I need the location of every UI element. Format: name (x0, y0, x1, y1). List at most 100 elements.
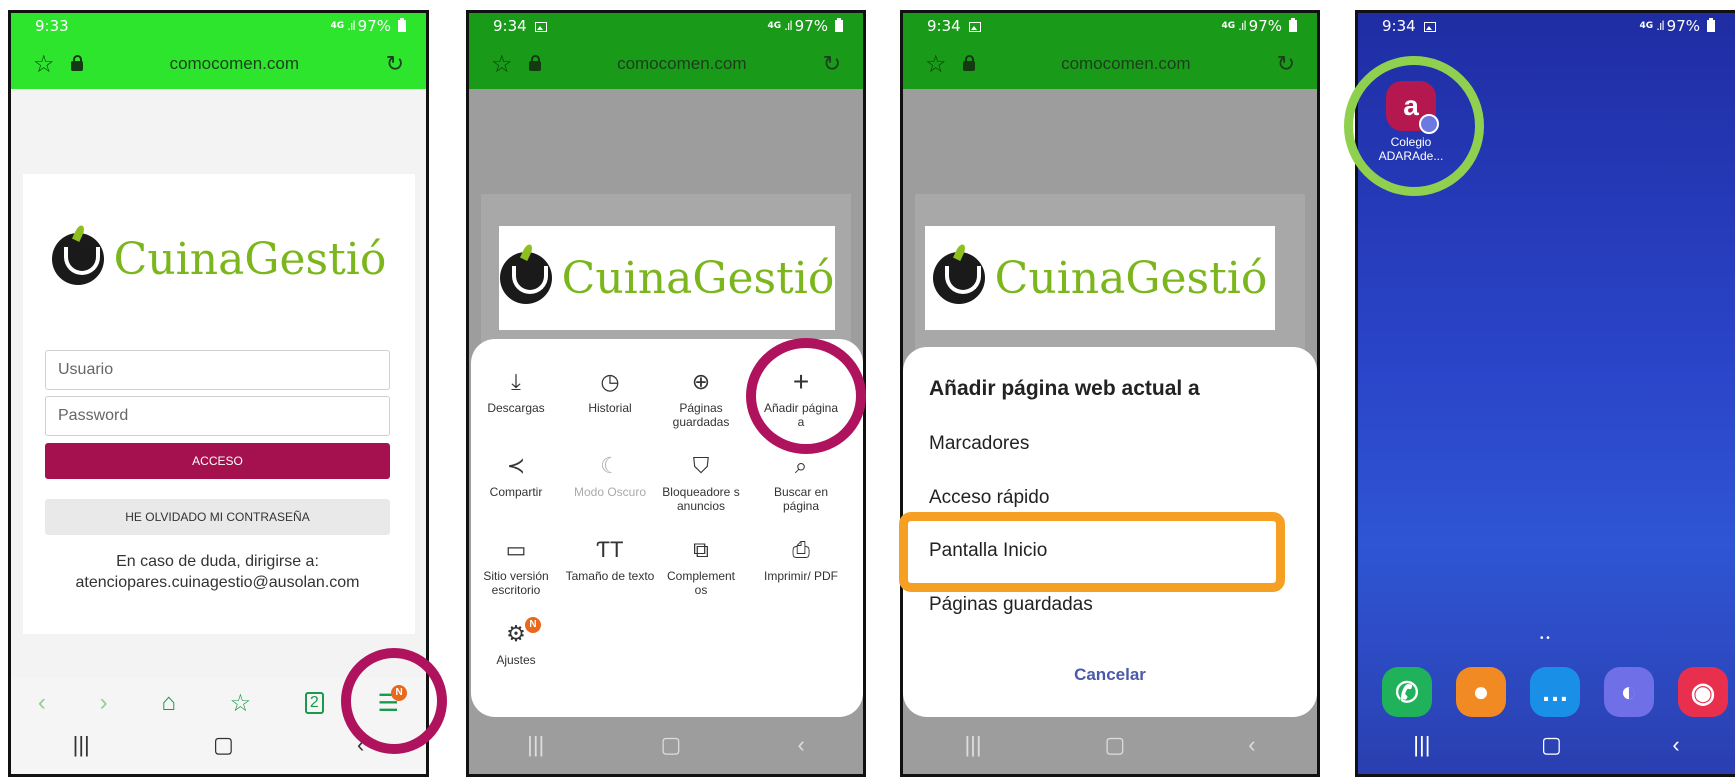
forward-arrow-icon[interactable]: › (100, 689, 108, 717)
network-indicator: 4G (1639, 20, 1654, 31)
contact-info: En caso de duda, dirigirse a: atenciopar… (25, 551, 410, 593)
logo-pot-icon (51, 233, 104, 285)
lock-icon (529, 55, 541, 71)
plus-icon: + (792, 366, 810, 397)
reload-icon[interactable]: ↻ (386, 51, 404, 77)
menu-item-saved-pages[interactable]: ⊕ Páginas guardadas (659, 367, 743, 429)
gallery-icon (1423, 21, 1436, 32)
contacts-app-icon[interactable]: ● (1456, 667, 1506, 717)
contact-email[interactable]: atenciopares.cuinagestio@ausolan.com (25, 572, 410, 593)
menu-item-desktop-site[interactable]: ▭ Sitio versión escritorio (471, 535, 561, 597)
back-icon[interactable]: ‹ (798, 732, 805, 758)
status-bar: 9:34 4G .ıl 97% (469, 13, 863, 39)
recent-apps-icon[interactable]: ||| (1413, 732, 1430, 758)
gear-icon: ⚙ N (471, 617, 561, 649)
logo-pot-icon (499, 252, 552, 304)
forgot-password-button[interactable]: HE OLVIDADO MI CONTRASEÑA (45, 499, 390, 535)
menu-item-downloads[interactable]: ⤓ Descargas (471, 367, 561, 415)
messages-app-icon[interactable]: … (1530, 667, 1580, 717)
lock-icon (963, 55, 975, 71)
password-input[interactable]: Password (45, 396, 390, 436)
login-button[interactable]: ACCESO (45, 443, 390, 479)
bookmark-star-icon[interactable]: ☆ (33, 50, 61, 79)
status-bar: 9:34 4G .ıl 97% (1358, 13, 1735, 39)
option-home-screen[interactable]: Pantalla Inicio (929, 540, 1047, 562)
home-button-icon[interactable]: ▢ (661, 732, 682, 758)
browser-url-bar: ☆ comocomen.com ↻ (903, 39, 1317, 89)
network-indicator: 4G (767, 20, 782, 31)
recent-apps-icon[interactable]: ||| (527, 732, 544, 758)
print-icon: ⎙ (792, 537, 810, 562)
cancel-button[interactable]: Cancelar (903, 665, 1317, 685)
url-text[interactable]: comocomen.com (975, 54, 1277, 74)
tabs-icon[interactable]: 2 (304, 692, 324, 714)
internet-app-icon[interactable]: ◐ (1604, 667, 1654, 717)
recent-apps-icon[interactable]: ||| (964, 732, 981, 758)
option-saved-pages[interactable]: Páginas guardadas (929, 594, 1093, 616)
reload-icon[interactable]: ↻ (823, 51, 841, 77)
back-icon[interactable]: ‹ (1248, 732, 1255, 758)
gallery-icon (534, 21, 547, 32)
battery-icon (1289, 18, 1297, 32)
menu-item-find-in-page[interactable]: ⌕ Buscar en página (761, 451, 841, 513)
status-bar: 9:34 4G .ıl 97% (903, 13, 1317, 39)
text-size-icon: ƬT (596, 537, 624, 562)
colegio-app-label[interactable]: Colegio ADARAde... (1366, 135, 1456, 163)
battery-level: 97% (357, 17, 391, 35)
option-bookmarks[interactable]: Marcadores (929, 433, 1029, 455)
share-icon: ≺ (506, 453, 526, 478)
status-time: 9:34 (1382, 17, 1416, 35)
menu-item-share[interactable]: ≺ Compartir (471, 451, 561, 499)
settings-badge: N (525, 617, 541, 633)
phone-app-icon[interactable]: ✆ (1382, 667, 1432, 717)
phone-add-to-dialog: 9:34 4G .ıl 97% ☆ comocomen.com ↻ CuinaG… (900, 10, 1320, 777)
signal-icon: .ıl (1656, 19, 1665, 33)
saved-pages-icon: ⊕ (691, 369, 711, 394)
signal-icon: .ıl (347, 19, 356, 33)
lock-icon (71, 55, 83, 71)
battery-level: 97% (1666, 17, 1700, 35)
camera-app-icon[interactable]: ◉ (1678, 667, 1728, 717)
home-icon[interactable]: ⌂ (161, 689, 176, 717)
battery-icon (1707, 18, 1715, 32)
menu-item-addons[interactable]: ⧉ Complement os (659, 535, 743, 597)
menu-item-history[interactable]: ◷ Historial (565, 367, 655, 415)
menu-item-dark-mode[interactable]: ☾ Modo Oscuro (565, 451, 655, 499)
reload-icon[interactable]: ↻ (1277, 51, 1295, 77)
menu-item-settings[interactable]: ⚙ N Ajustes (471, 617, 561, 667)
battery-icon (835, 18, 843, 32)
page-indicator: • • (1540, 633, 1550, 644)
history-icon: ◷ (600, 369, 620, 394)
menu-item-ad-blockers[interactable]: ⛉ Bloqueadore s anuncios (659, 451, 743, 513)
back-icon[interactable]: ‹ (357, 732, 364, 758)
menu-badge: N (391, 684, 408, 701)
home-button-icon[interactable]: ▢ (213, 732, 234, 758)
menu-item-add-page[interactable]: + Añadir página a (761, 366, 841, 430)
status-bar: 9:33 4G .ıl 97% (11, 13, 426, 39)
menu-item-print[interactable]: ⎙ Imprimir/ PDF (761, 535, 841, 583)
browser-menu-sheet: ⤓ Descargas ◷ Historial ⊕ Páginas guardadas… (471, 339, 863, 717)
recent-apps-icon[interactable]: ||| (73, 732, 90, 758)
menu-item-text-size[interactable]: ƬT Tamaño de texto (565, 535, 655, 583)
colegio-app-icon[interactable]: a (1386, 81, 1439, 134)
bookmark-star-icon[interactable]: ☆ (925, 50, 953, 79)
system-nav-bar: ||| ▢ ‹ (469, 716, 863, 774)
url-text[interactable]: comocomen.com (541, 54, 823, 74)
username-input[interactable]: Usuario (45, 350, 390, 390)
menu-icon[interactable]: ☰ N (378, 684, 408, 718)
battery-icon (398, 18, 406, 32)
home-button-icon[interactable]: ▢ (1541, 732, 1562, 758)
home-button-icon[interactable]: ▢ (1105, 732, 1126, 758)
option-quick-access[interactable]: Acceso rápido (929, 487, 1049, 509)
add-to-dialog: Añadir página web actual a Marcadores Ac… (903, 347, 1317, 717)
moon-icon: ☾ (600, 453, 620, 478)
system-nav-bar: ||| ▢ ‹ (11, 716, 426, 774)
signal-icon: .ıl (1238, 19, 1247, 33)
bookmark-star-icon[interactable]: ☆ (491, 50, 519, 79)
url-text[interactable]: comocomen.com (83, 54, 386, 74)
back-arrow-icon[interactable]: ‹ (38, 689, 46, 717)
phone-home-screen: 9:34 4G .ıl 97% a Colegio ADARAde... • •… (1355, 10, 1735, 777)
back-icon[interactable]: ‹ (1672, 732, 1679, 758)
bookmarks-icon[interactable]: ☆ (230, 689, 252, 718)
brand-logo: CuinaGestió (23, 214, 415, 304)
